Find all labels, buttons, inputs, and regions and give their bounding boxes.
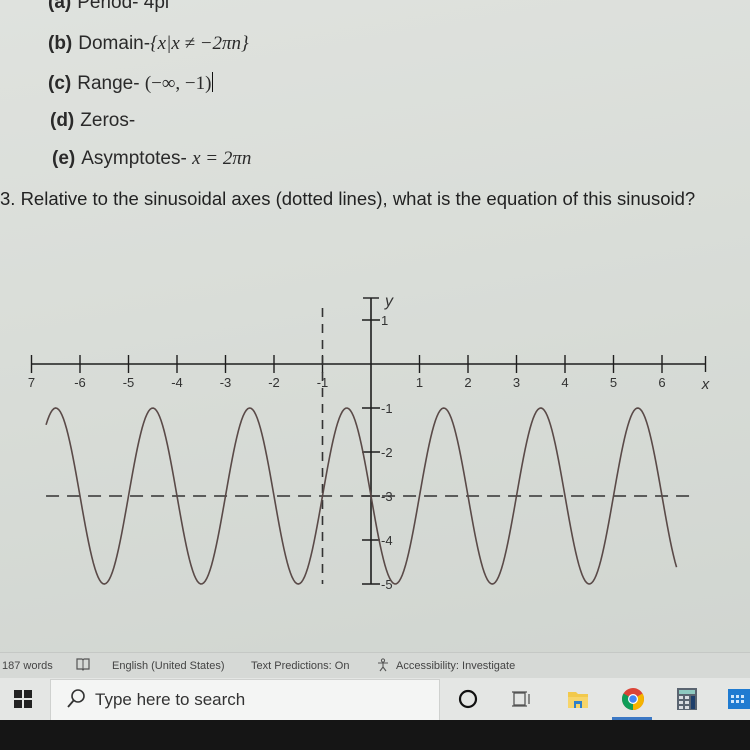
item-math: (−∞, −1) bbox=[144, 73, 212, 94]
curve-extremum-point bbox=[588, 583, 590, 585]
x-tick-label: -2 bbox=[268, 375, 280, 390]
calendar-icon[interactable] bbox=[726, 686, 750, 712]
proofing-book-icon[interactable] bbox=[76, 658, 90, 674]
curve-extremum-point bbox=[443, 407, 445, 409]
item-label: (b) bbox=[48, 33, 73, 54]
x-axis-label: x bbox=[701, 376, 710, 393]
x-tick-label: -4 bbox=[171, 375, 183, 390]
item-text: Range- bbox=[77, 73, 145, 94]
cortana-icon[interactable] bbox=[455, 686, 481, 712]
item-text: Zeros- bbox=[80, 110, 136, 131]
curve-extremum-point bbox=[103, 583, 105, 585]
item-text: Period- 4pi bbox=[77, 0, 170, 13]
item-math: x = 2πn bbox=[192, 148, 252, 169]
y-axis-label: y bbox=[384, 293, 394, 310]
sinusoid-graph: 7 -6 -5 -4 -3 -2 -1 1 2 3 4 5 61-1-2-3-4-5xy bbox=[28, 293, 710, 592]
x-tick-label: 5 bbox=[610, 375, 617, 390]
curve-extremum-point bbox=[297, 583, 299, 585]
y-tick-label: -4 bbox=[381, 533, 393, 548]
x-tick-label: -6 bbox=[74, 375, 86, 390]
item-label: (e) bbox=[52, 148, 76, 169]
file-explorer-icon[interactable] bbox=[565, 686, 591, 712]
x-tick-label: 7 bbox=[28, 375, 35, 390]
answer-item-c: (c) Range- (−∞, −1) bbox=[48, 72, 214, 95]
item-text: Domain- bbox=[78, 33, 151, 54]
answer-item-b: (b) Domain-{x|x ≠ −2πn} bbox=[48, 33, 249, 55]
answer-item-a: (a) Period- 4pi bbox=[48, 0, 169, 14]
x-tick-label: 6 bbox=[658, 375, 665, 390]
curve-extremum-point bbox=[346, 407, 348, 409]
item-text: Asymptotes- bbox=[81, 148, 193, 169]
language-indicator[interactable]: English (United States) bbox=[112, 660, 225, 672]
curve-extremum-point bbox=[540, 407, 542, 409]
status-bar: 187 words English (United States) Text P… bbox=[0, 652, 750, 679]
document-page: (a) Period- 4pi (b) Domain-{x|x ≠ −2πn} (c… bbox=[0, 0, 750, 652]
x-tick-label: 4 bbox=[561, 375, 568, 390]
curve-extremum-point bbox=[249, 407, 251, 409]
curve-extremum-point bbox=[55, 407, 57, 409]
start-button[interactable] bbox=[0, 678, 46, 720]
calculator-icon[interactable] bbox=[674, 686, 700, 712]
x-tick-label: 3 bbox=[513, 375, 520, 390]
text-predictions-indicator[interactable]: Text Predictions: On bbox=[251, 660, 349, 672]
x-tick-label: -3 bbox=[220, 375, 232, 390]
y-tick-label: -2 bbox=[381, 445, 393, 460]
monitor-bezel bbox=[0, 720, 750, 750]
x-tick-label: 2 bbox=[464, 375, 471, 390]
accessibility-indicator[interactable]: Accessibility: Investigate bbox=[396, 660, 515, 672]
item-label: (c) bbox=[48, 73, 72, 94]
text-cursor bbox=[212, 72, 214, 92]
curve-extremum-point bbox=[200, 583, 202, 585]
answer-item-e: (e) Asymptotes- x = 2πn bbox=[52, 148, 251, 170]
curve-extremum-point bbox=[394, 583, 396, 585]
curve-extremum-point bbox=[152, 407, 154, 409]
question-text: 3. Relative to the sinusoidal axes (dott… bbox=[0, 188, 696, 209]
answer-item-d: (d) Zeros- bbox=[50, 110, 135, 132]
curve-extremum-point bbox=[491, 583, 493, 585]
x-tick-label: -5 bbox=[123, 375, 135, 390]
item-label: (d) bbox=[50, 110, 75, 131]
windows-logo-icon bbox=[14, 690, 32, 708]
task-view-icon[interactable] bbox=[508, 686, 534, 712]
curve-extremum-point bbox=[637, 407, 639, 409]
taskbar: Type here to search bbox=[0, 678, 750, 721]
accessibility-icon[interactable] bbox=[376, 658, 390, 675]
word-count[interactable]: 187 words bbox=[2, 660, 53, 672]
y-tick-label: -1 bbox=[381, 401, 393, 416]
item-math: {x|x ≠ −2πn} bbox=[150, 33, 249, 54]
taskbar-search-box[interactable]: Type here to search bbox=[50, 679, 440, 721]
item-label: (a) bbox=[48, 0, 72, 13]
search-icon bbox=[67, 689, 85, 708]
x-tick-label: 1 bbox=[416, 375, 423, 390]
search-placeholder: Type here to search bbox=[95, 690, 246, 709]
y-tick-label: 1 bbox=[381, 313, 388, 328]
chrome-icon[interactable] bbox=[620, 686, 646, 712]
